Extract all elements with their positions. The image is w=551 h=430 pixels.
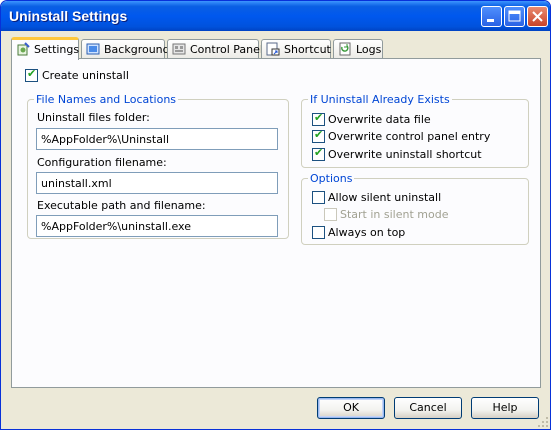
create-uninstall-label: Create uninstall	[42, 69, 129, 82]
group-title: If Uninstall Already Exists	[308, 93, 452, 106]
minimize-icon	[487, 19, 494, 22]
overwrite-control-panel-checkbox[interactable]	[312, 128, 325, 143]
always-on-top-label: Always on top	[328, 226, 406, 239]
tab-label: Background	[104, 43, 170, 56]
allow-silent-label: Allow silent uninstall	[328, 191, 442, 204]
exe-path-input[interactable]: %AppFolder%\uninstall.exe	[36, 215, 278, 237]
minimize-button[interactable]	[481, 6, 502, 27]
start-silent-label: Start in silent mode	[340, 208, 449, 221]
control-panel-icon	[172, 43, 186, 55]
uninstall-settings-window: Uninstall Settings Settings Background C…	[0, 0, 551, 430]
tab-control-panel[interactable]: Control Panel	[167, 39, 263, 58]
maximize-button[interactable]	[504, 6, 525, 27]
tab-label: Logs	[356, 43, 382, 56]
tab-background[interactable]: Background	[81, 39, 170, 58]
tab-logs[interactable]: Logs	[333, 39, 383, 58]
overwrite-shortcut-checkbox[interactable]	[312, 146, 325, 161]
tab-label: Shortcut	[284, 43, 331, 56]
overwrite-data-checkbox[interactable]	[312, 111, 325, 126]
start-silent-checkbox[interactable]	[324, 208, 337, 221]
window-title: Uninstall Settings	[9, 8, 128, 24]
options-group: Options Allow silent uninstall Start in …	[301, 172, 529, 245]
ok-button[interactable]: OK	[317, 397, 385, 419]
title-bar[interactable]: Uninstall Settings	[1, 1, 550, 31]
overwrite-data-label: Overwrite data file	[328, 113, 431, 126]
maximize-icon	[508, 10, 521, 22]
help-button[interactable]: Help	[471, 397, 539, 419]
uninstall-exists-group: If Uninstall Already Exists Overwrite da…	[301, 93, 529, 168]
group-title: File Names and Locations	[34, 93, 179, 106]
settings-icon	[17, 42, 30, 56]
file-names-group: File Names and Locations Uninstall files…	[27, 93, 289, 239]
logs-icon	[339, 42, 351, 56]
shortcut-icon	[266, 42, 280, 56]
overwrite-shortcut-label: Overwrite uninstall shortcut	[328, 148, 482, 161]
uninstall-folder-input[interactable]: %AppFolder%\Uninstall	[36, 128, 278, 150]
group-title: Options	[308, 172, 355, 185]
close-button[interactable]	[527, 6, 548, 27]
allow-silent-checkbox[interactable]	[312, 191, 325, 204]
tab-settings[interactable]: Settings	[11, 37, 79, 60]
tab-strip: Settings Background Control Panel Shortc…	[11, 37, 541, 60]
background-icon	[86, 43, 100, 55]
cancel-button[interactable]: Cancel	[394, 397, 462, 419]
always-on-top-checkbox[interactable]	[312, 226, 325, 239]
resize-grip-icon[interactable]	[537, 416, 549, 428]
config-filename-label: Configuration filename:	[37, 156, 167, 169]
tab-label: Control Panel	[190, 43, 263, 56]
config-filename-input[interactable]: uninstall.xml	[36, 172, 278, 194]
overwrite-control-panel-label: Overwrite control panel entry	[328, 130, 491, 143]
create-uninstall-checkbox[interactable]	[25, 67, 38, 82]
settings-panel: Create uninstall File Names and Location…	[11, 58, 541, 388]
exe-path-label: Executable path and filename:	[37, 199, 206, 212]
uninstall-folder-label: Uninstall files folder:	[37, 111, 150, 124]
tab-label: Settings	[34, 43, 80, 56]
tab-shortcut[interactable]: Shortcut	[261, 39, 331, 58]
close-icon	[532, 11, 543, 22]
